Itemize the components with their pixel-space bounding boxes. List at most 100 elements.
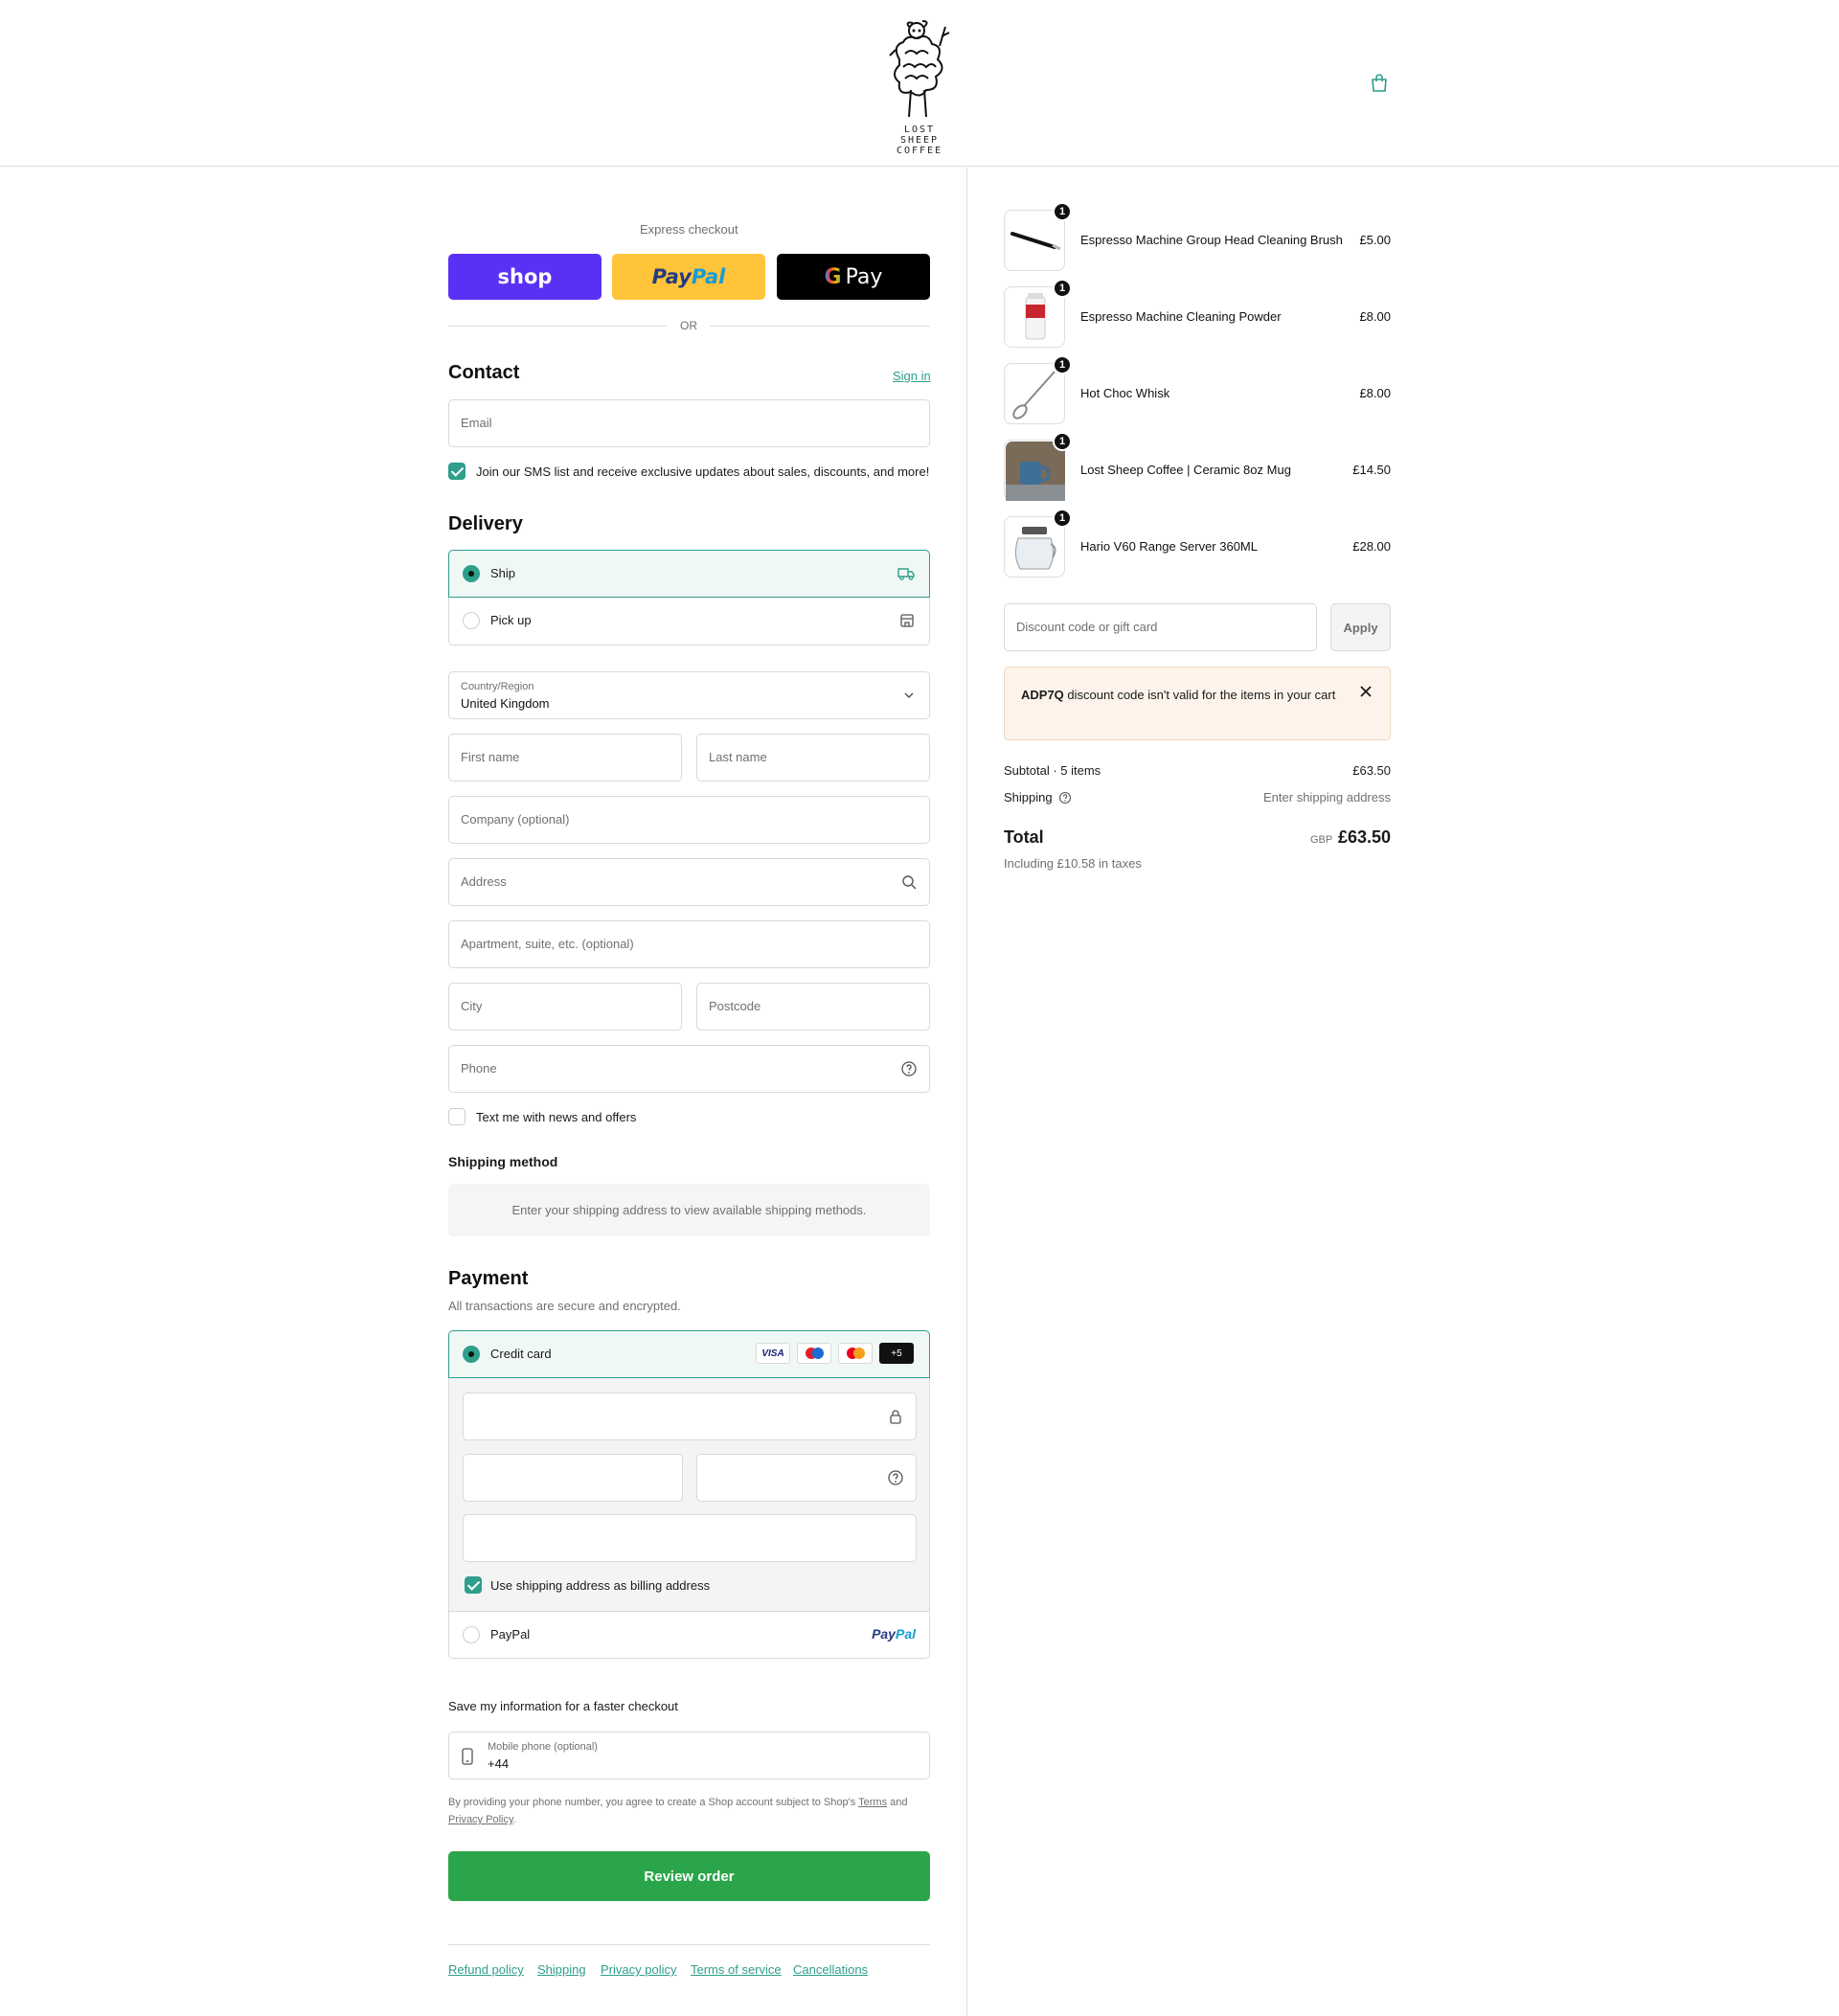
mobile-phone-icon <box>462 1748 473 1765</box>
search-icon <box>902 875 917 890</box>
shop-pay-button[interactable]: shop <box>448 254 602 300</box>
or-divider-label: OR <box>680 319 697 332</box>
maestro-icon <box>797 1343 831 1364</box>
credit-card-radio[interactable] <box>463 1346 480 1363</box>
country-label: Country/Region <box>461 681 534 692</box>
quantity-badge: 1 <box>1053 202 1072 221</box>
privacy-policy-footer-link[interactable]: Privacy policy <box>601 1962 676 1977</box>
shipping-value: Enter shipping address <box>1263 790 1391 804</box>
card-name-field[interactable] <box>463 1514 917 1562</box>
logo[interactable]: LOST SHEEP COFFEE <box>881 17 958 156</box>
divider-right <box>710 326 930 327</box>
phone-field[interactable]: Phone <box>448 1045 930 1093</box>
discount-alert-code: ADP7Q <box>1021 688 1064 702</box>
item-name: Hot Choc Whisk <box>1080 386 1170 400</box>
email-field[interactable]: Email <box>448 399 930 447</box>
text-offers-label: Text me with news and offers <box>476 1110 637 1124</box>
address-field[interactable]: Address <box>448 858 930 906</box>
quantity-badge: 1 <box>1053 432 1072 451</box>
refund-policy-link[interactable]: Refund policy <box>448 1962 524 1977</box>
cart-icon[interactable] <box>1368 72 1391 95</box>
logo-text-line2: COFFEE <box>896 146 943 156</box>
google-pay-button[interactable]: G Pay <box>777 254 930 300</box>
subtotal-value: £63.50 <box>1352 763 1391 778</box>
apartment-placeholder: Apartment, suite, etc. (optional) <box>461 937 634 951</box>
truck-icon <box>897 568 915 580</box>
subtotal-label: Subtotal · 5 items <box>1004 763 1101 778</box>
lock-icon <box>890 1410 901 1424</box>
item-price: £5.00 <box>1359 233 1391 247</box>
more-cards-label: +5 <box>891 1348 902 1359</box>
sign-in-link[interactable]: Sign in <box>893 369 931 383</box>
credit-card-label: Credit card <box>490 1347 552 1361</box>
last-name-field[interactable]: Last name <box>696 734 930 781</box>
country-select[interactable]: Country/Region United Kingdom <box>448 671 930 719</box>
payment-heading: Payment <box>448 1268 529 1289</box>
mastercard-icon <box>838 1343 873 1364</box>
card-expiry-field[interactable] <box>463 1454 683 1502</box>
paypal-express-button[interactable]: Pay Pal <box>612 254 765 300</box>
currency-code: GBP <box>1310 834 1333 846</box>
ship-label: Ship <box>490 566 516 580</box>
quantity-badge: 1 <box>1053 509 1072 528</box>
item-price: £14.50 <box>1352 463 1391 477</box>
privacy-policy-link[interactable]: Privacy Policy <box>448 1814 513 1825</box>
pickup-radio[interactable] <box>463 612 480 629</box>
discount-code-field[interactable]: Discount code or gift card <box>1004 603 1317 651</box>
text-offers-checkbox[interactable] <box>448 1108 465 1125</box>
terms-link[interactable]: Terms <box>858 1797 887 1808</box>
card-number-field[interactable] <box>463 1393 917 1440</box>
shipping-label: Shipping <box>1004 790 1053 804</box>
pickup-option[interactable]: Pick up <box>448 598 930 646</box>
paypal-logo-part1: Pay <box>872 1626 896 1642</box>
sms-label: Join our SMS list and receive exclusive … <box>476 464 930 479</box>
card-cvv-field[interactable] <box>696 1454 917 1502</box>
close-icon[interactable] <box>1359 685 1373 698</box>
express-checkout-title: Express checkout <box>640 222 738 237</box>
cancellations-link[interactable]: Cancellations <box>793 1962 868 1977</box>
country-value: United Kingdom <box>461 696 550 711</box>
city-field[interactable]: City <box>448 983 682 1031</box>
ship-option[interactable]: Ship <box>448 550 930 598</box>
divider-left <box>448 326 667 327</box>
payment-subtitle: All transactions are secure and encrypte… <box>448 1299 681 1313</box>
company-field[interactable]: Company (optional) <box>448 796 930 844</box>
item-price: £28.00 <box>1352 539 1391 554</box>
first-name-field[interactable]: First name <box>448 734 682 781</box>
billing-checkbox[interactable] <box>465 1576 482 1594</box>
sms-checkbox[interactable] <box>448 463 465 480</box>
help-circle-icon[interactable] <box>887 1469 904 1486</box>
google-g-icon: G <box>824 264 842 289</box>
shop-pay-label: shop <box>497 265 553 288</box>
quantity-badge: 1 <box>1053 355 1072 374</box>
discount-alert-message: discount code isn't valid for the items … <box>1063 688 1336 702</box>
ship-radio[interactable] <box>463 565 480 582</box>
mobile-phone-field[interactable]: Mobile phone (optional) +44 <box>448 1732 930 1779</box>
phone-placeholder: Phone <box>461 1061 497 1076</box>
paypal-logo-part2: Pal <box>691 265 726 288</box>
apply-button[interactable]: Apply <box>1330 603 1391 651</box>
postcode-field[interactable]: Postcode <box>696 983 930 1031</box>
paypal-logo-part1: Pay <box>651 265 692 288</box>
paypal-radio[interactable] <box>463 1626 480 1643</box>
paypal-label: PayPal <box>490 1627 531 1642</box>
total-label: Total <box>1004 827 1044 847</box>
review-order-button[interactable]: Review order <box>448 1851 930 1901</box>
legal-suffix: . <box>512 1814 516 1825</box>
billing-label: Use shipping address as billing address <box>490 1578 711 1593</box>
city-placeholder: City <box>461 999 483 1013</box>
apartment-field[interactable]: Apartment, suite, etc. (optional) <box>448 920 930 968</box>
terms-of-service-link[interactable]: Terms of service <box>691 1962 782 1977</box>
first-name-placeholder: First name <box>461 750 520 764</box>
shipping-method-notice: Enter your shipping address to view avai… <box>448 1184 930 1236</box>
legal-and: and <box>887 1797 908 1808</box>
shipping-help-icon[interactable] <box>1058 791 1072 804</box>
mobile-phone-label: Mobile phone (optional) <box>488 1741 598 1753</box>
more-cards-badge: +5 <box>879 1343 914 1364</box>
shipping-method-heading: Shipping method <box>448 1154 558 1169</box>
help-circle-icon[interactable] <box>900 1060 918 1077</box>
paypal-option[interactable]: PayPal PayPal <box>448 1611 930 1659</box>
header: LOST SHEEP COFFEE <box>0 0 1839 167</box>
credit-card-form: Use shipping address as billing address <box>448 1378 930 1611</box>
shipping-policy-link[interactable]: Shipping <box>537 1962 586 1977</box>
